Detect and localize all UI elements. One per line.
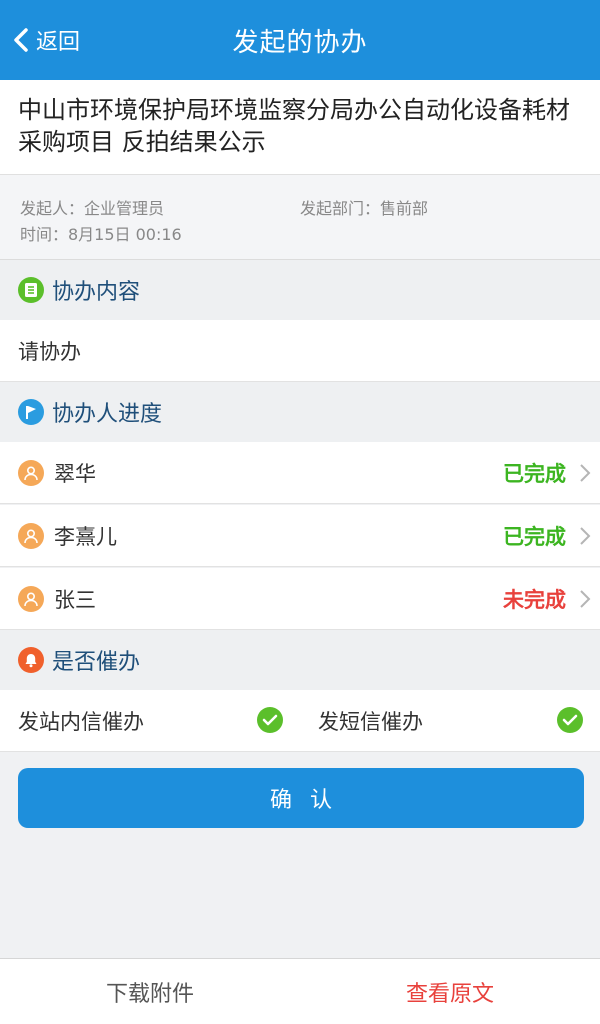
status-badge: 未完成 xyxy=(503,587,566,612)
content-text: 请协办 xyxy=(18,339,81,364)
person-name: 翠华 xyxy=(54,461,96,486)
section-header-remind: 是否催办 xyxy=(0,630,600,690)
section-header-content: 协办内容 xyxy=(0,260,600,320)
person-name: 张三 xyxy=(54,587,96,612)
section-label: 是否催办 xyxy=(52,650,141,675)
section-label: 协办人进度 xyxy=(52,402,163,427)
bottom-bar: 下载附件 查看原文 xyxy=(0,958,600,1024)
view-original-button[interactable]: 查看原文 xyxy=(300,959,600,1024)
check-icon[interactable] xyxy=(557,707,583,733)
section-label: 协办内容 xyxy=(52,280,141,305)
check-icon[interactable] xyxy=(257,707,283,733)
remind-options-row: 发站内信催办 发短信催办 xyxy=(0,690,600,752)
time-text: 时间：8月15日 00:16 xyxy=(20,225,182,244)
page-title: 发起的协办 xyxy=(232,28,368,58)
status-badge: 已完成 xyxy=(503,524,566,549)
flag-icon xyxy=(18,399,44,425)
department-text: 发起部门：售前部 xyxy=(300,199,429,218)
list-item-person[interactable]: 张三 未完成 xyxy=(0,568,600,630)
person-name: 李熹儿 xyxy=(54,524,117,549)
document-meta: 发起人：企业管理员 发起部门：售前部 时间：8月15日 00:16 xyxy=(0,174,600,260)
list-icon xyxy=(18,277,44,303)
bell-icon xyxy=(18,647,44,673)
user-icon xyxy=(18,585,44,612)
document-title: 中山市环境保护局环境监察分局办公自动化设备耗材采购项目 反拍结果公示 xyxy=(0,80,600,174)
initiator-text: 发起人：企业管理员 xyxy=(20,199,165,218)
section-header-progress: 协办人进度 xyxy=(0,382,600,442)
remind-option-label: 发短信催办 xyxy=(318,710,423,734)
chevron-right-icon xyxy=(580,527,591,545)
content-row: 请协办 xyxy=(0,320,600,382)
list-item-person[interactable]: 翠华 已完成 xyxy=(0,442,600,504)
app-header: 返回 发起的协办 xyxy=(0,0,600,80)
confirm-button[interactable]: 确认 xyxy=(18,768,584,828)
download-attachment-button[interactable]: 下载附件 xyxy=(0,959,300,1024)
user-icon xyxy=(18,459,44,486)
chevron-right-icon xyxy=(580,590,591,608)
list-item-person[interactable]: 李熹儿 已完成 xyxy=(0,505,600,567)
status-badge: 已完成 xyxy=(503,461,566,486)
user-icon xyxy=(18,522,44,549)
chevron-right-icon xyxy=(580,464,591,482)
remind-option-label: 发站内信催办 xyxy=(18,710,144,734)
